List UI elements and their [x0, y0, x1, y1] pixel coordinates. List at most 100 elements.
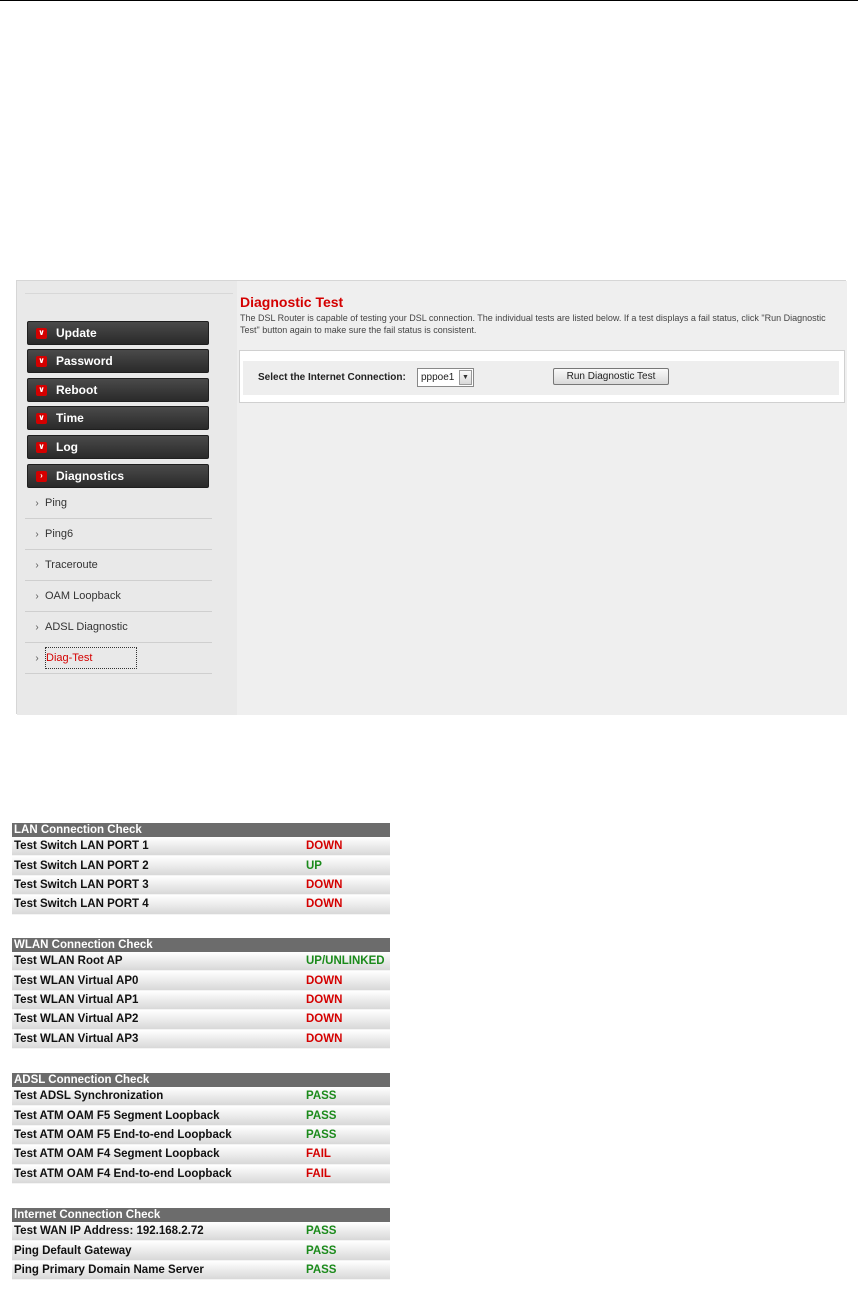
test-label: Ping Default Gateway — [14, 1244, 132, 1257]
check-title: WLAN Connection Check — [12, 938, 390, 952]
table-row: Test ADSL Synchronization PASS — [12, 1087, 390, 1107]
chevron-right-icon: › — [35, 497, 39, 509]
sidebar-divider — [25, 293, 233, 294]
table-row: Ping Primary Domain Name Server PASS — [12, 1260, 390, 1281]
status-badge: DOWN — [306, 993, 343, 1006]
submenu-adsl-diagnostic[interactable]: › ADSL Diagnostic — [25, 612, 212, 643]
table-row: Test WLAN Root AP UP/UNLINKED — [12, 952, 390, 972]
connection-select-value: pppoe1 — [421, 372, 455, 383]
menu-diagnostics-button[interactable]: › Diagnostics — [27, 464, 209, 488]
test-label: Test WLAN Virtual AP3 — [14, 1032, 139, 1045]
submenu-ping6[interactable]: › Ping6 — [25, 519, 212, 550]
chevron-down-icon: ∨ — [36, 327, 47, 339]
table-row: Test ATM OAM F4 End-to-end Loopback FAIL — [12, 1164, 390, 1184]
test-label: Test ATM OAM F4 Segment Loopback — [14, 1148, 220, 1161]
menu-password-button[interactable]: ∨ Password — [27, 349, 209, 373]
test-label: Test Switch LAN PORT 4 — [14, 898, 149, 911]
test-label: Test WLAN Virtual AP1 — [14, 993, 139, 1006]
status-badge: PASS — [306, 1109, 337, 1122]
diagnostics-submenu: › Ping › Ping6 › Traceroute › OAM Loopba… — [25, 488, 212, 674]
menu-update-button[interactable]: ∨ Update — [27, 321, 209, 345]
chevron-down-icon: ∨ — [36, 355, 47, 367]
table-row: Test Switch LAN PORT 1 DOWN — [12, 837, 390, 857]
dropdown-arrow-icon: ▼ — [459, 370, 472, 385]
menu-label: Log — [56, 440, 78, 454]
form-row: Select the Internet Connection: pppoe1 ▼… — [243, 361, 839, 395]
status-badge: DOWN — [306, 898, 343, 911]
lan-check-table: LAN Connection Check Test Switch LAN POR… — [12, 823, 390, 915]
submenu-traceroute[interactable]: › Traceroute — [25, 550, 212, 581]
test-label: Test WAN IP Address: 192.168.2.72 — [14, 1225, 204, 1238]
run-diagnostic-test-button[interactable]: Run Diagnostic Test — [553, 368, 669, 385]
status-badge: DOWN — [306, 1013, 343, 1026]
menu-label: Diagnostics — [56, 469, 125, 483]
chevron-right-icon: › — [35, 621, 39, 633]
submenu-label: Ping — [45, 497, 68, 509]
menu-reboot-button[interactable]: ∨ Reboot — [27, 378, 209, 402]
wlan-check-table: WLAN Connection Check Test WLAN Root AP … — [12, 938, 390, 1049]
menu-label: Reboot — [56, 383, 98, 397]
test-label: Test WLAN Root AP — [14, 955, 123, 968]
table-row: Test ATM OAM F4 Segment Loopback FAIL — [12, 1145, 390, 1165]
status-badge: PASS — [306, 1128, 337, 1141]
chevron-down-icon: ∨ — [36, 441, 47, 453]
check-title: Internet Connection Check — [12, 1208, 390, 1222]
submenu-label: Traceroute — [45, 559, 98, 571]
table-row: Test ATM OAM F5 Segment Loopback PASS — [12, 1106, 390, 1126]
test-label: Test ATM OAM F4 End-to-end Loopback — [14, 1167, 232, 1180]
table-row: Test Switch LAN PORT 2 UP — [12, 856, 390, 876]
test-label: Test Switch LAN PORT 3 — [14, 878, 149, 891]
menu-time-button[interactable]: ∨ Time — [27, 406, 209, 430]
submenu-oam-loopback[interactable]: › OAM Loopback — [25, 581, 212, 612]
menu-label: Time — [56, 411, 84, 425]
status-badge: DOWN — [306, 840, 343, 853]
status-badge: PASS — [306, 1090, 337, 1103]
table-row: Test WLAN Virtual AP3 DOWN — [12, 1029, 390, 1049]
status-badge: PASS — [306, 1263, 337, 1276]
submenu-label: Diag-Test — [45, 647, 138, 669]
test-label: Ping Primary Domain Name Server — [14, 1263, 204, 1276]
table-row: Test Switch LAN PORT 3 DOWN — [12, 875, 390, 896]
test-label: Test WLAN Virtual AP0 — [14, 974, 139, 987]
connection-select-label: Select the Internet Connection: — [258, 372, 406, 383]
test-label: Test Switch LAN PORT 2 — [14, 859, 149, 872]
table-row: Test WLAN Virtual AP2 DOWN — [12, 1010, 390, 1030]
table-row: Test WLAN Virtual AP1 DOWN — [12, 990, 390, 1011]
status-badge: PASS — [306, 1225, 337, 1238]
connection-select[interactable]: pppoe1 ▼ — [417, 368, 474, 387]
adsl-check-table: ADSL Connection Check Test ADSL Synchron… — [12, 1073, 390, 1184]
status-badge: DOWN — [306, 974, 343, 987]
chevron-right-icon: › — [36, 470, 47, 482]
main-content: Diagnostic Test The DSL Router is capabl… — [237, 281, 847, 715]
chevron-down-icon: ∨ — [36, 384, 47, 396]
table-row: Test Switch LAN PORT 4 DOWN — [12, 895, 390, 915]
submenu-diag-test[interactable]: › Diag-Test — [25, 643, 212, 674]
connection-form: Select the Internet Connection: pppoe1 ▼… — [239, 350, 845, 403]
status-badge: DOWN — [306, 1032, 343, 1045]
table-row: Test WAN IP Address: 192.168.2.72 PASS — [12, 1222, 390, 1242]
chevron-right-icon: › — [35, 528, 39, 540]
submenu-ping[interactable]: › Ping — [25, 488, 212, 519]
test-label: Test ADSL Synchronization — [14, 1090, 164, 1103]
status-badge: PASS — [306, 1244, 337, 1257]
table-row: Test ATM OAM F5 End-to-end Loopback PASS — [12, 1125, 390, 1146]
submenu-label: ADSL Diagnostic — [45, 621, 128, 633]
test-label: Test ATM OAM F5 End-to-end Loopback — [14, 1128, 232, 1141]
submenu-label: OAM Loopback — [45, 590, 121, 602]
page-top-rule — [0, 0, 858, 1]
router-ui-screenshot: ∨ Update ∨ Password ∨ Reboot ∨ Time ∨ Lo… — [16, 280, 847, 715]
page-description: The DSL Router is capable of testing you… — [240, 313, 826, 335]
sidebar: ∨ Update ∨ Password ∨ Reboot ∨ Time ∨ Lo… — [17, 281, 237, 715]
chevron-right-icon: › — [35, 652, 39, 664]
table-row: Test WLAN Virtual AP0 DOWN — [12, 971, 390, 991]
chevron-down-icon: ∨ — [36, 412, 47, 424]
test-label: Test Switch LAN PORT 1 — [14, 840, 149, 853]
status-badge: FAIL — [306, 1148, 331, 1161]
chevron-right-icon: › — [35, 559, 39, 571]
page-title: Diagnostic Test — [240, 294, 344, 310]
menu-label: Update — [56, 326, 97, 340]
test-label: Test WLAN Virtual AP2 — [14, 1013, 139, 1026]
internet-check-table: Internet Connection Check Test WAN IP Ad… — [12, 1208, 390, 1281]
check-title: ADSL Connection Check — [12, 1073, 390, 1087]
menu-log-button[interactable]: ∨ Log — [27, 435, 209, 459]
